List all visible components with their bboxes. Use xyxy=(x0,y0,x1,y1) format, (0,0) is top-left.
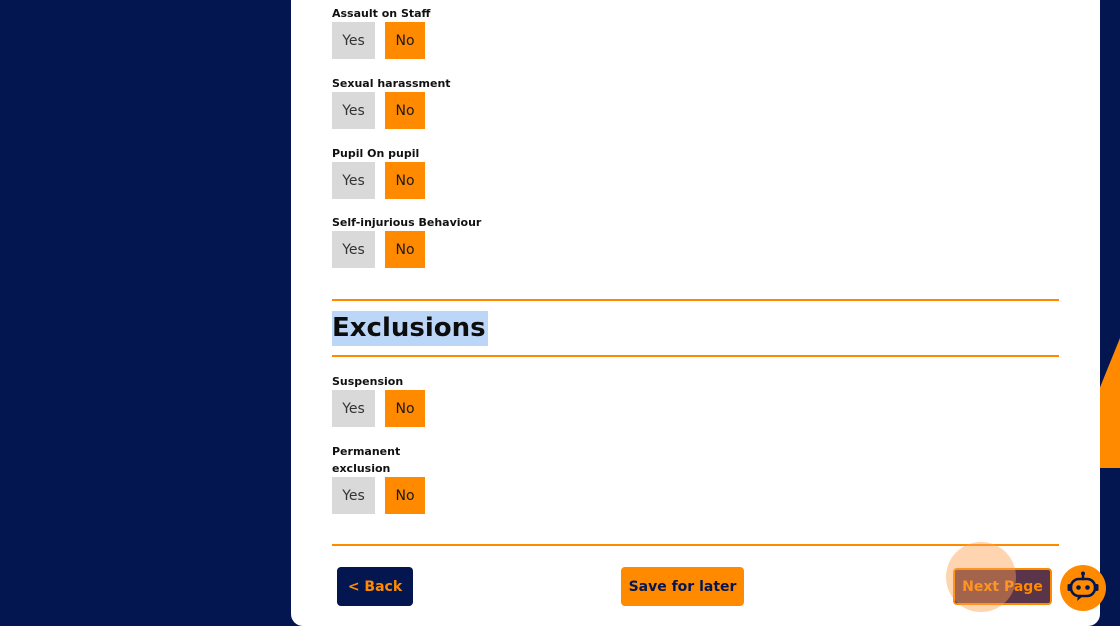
sexual-harassment-no-button[interactable]: No xyxy=(385,92,425,129)
permanent-exclusion-yes-button[interactable]: Yes xyxy=(332,477,375,514)
question-label-permanent-exclusion: Permanent exclusion xyxy=(332,443,400,477)
question-label-permanent-exclusion-line1: Permanent xyxy=(332,445,401,458)
suspension-toggle: Yes No xyxy=(332,390,425,427)
self-injurious-behaviour-toggle: Yes No xyxy=(332,231,425,268)
pupil-on-pupil-no-button[interactable]: No xyxy=(385,162,425,199)
save-for-later-button[interactable]: Save for later xyxy=(621,567,744,606)
self-injurious-behaviour-no-button[interactable]: No xyxy=(385,231,425,268)
section-divider-bottom xyxy=(332,355,1059,357)
next-page-button[interactable]: Next Page xyxy=(953,568,1052,605)
suspension-yes-button[interactable]: Yes xyxy=(332,390,375,427)
robot-assistant-icon xyxy=(1067,571,1099,601)
assault-on-staff-yes-button[interactable]: Yes xyxy=(332,22,375,59)
self-injurious-behaviour-yes-button[interactable]: Yes xyxy=(332,231,375,268)
question-label-pupil-on-pupil: Pupil On pupil xyxy=(332,147,420,160)
assault-on-staff-no-button[interactable]: No xyxy=(385,22,425,59)
question-label-permanent-exclusion-line2: exclusion xyxy=(332,462,391,475)
assault-on-staff-toggle: Yes No xyxy=(332,22,425,59)
footer-divider xyxy=(332,544,1059,546)
pupil-on-pupil-toggle: Yes No xyxy=(332,162,425,199)
permanent-exclusion-no-button[interactable]: No xyxy=(385,477,425,514)
chat-assistant-button[interactable] xyxy=(1060,565,1106,611)
suspension-no-button[interactable]: No xyxy=(385,390,425,427)
question-label-self-injurious-behaviour: Self-injurious Behaviour xyxy=(332,216,482,229)
permanent-exclusion-toggle: Yes No xyxy=(332,477,425,514)
section-divider-top xyxy=(332,299,1059,301)
question-label-suspension: Suspension xyxy=(332,375,404,388)
question-label-sexual-harassment: Sexual harassment xyxy=(332,77,451,90)
decorative-accent-shape xyxy=(1100,338,1120,468)
sexual-harassment-yes-button[interactable]: Yes xyxy=(332,92,375,129)
sexual-harassment-toggle: Yes No xyxy=(332,92,425,129)
back-button[interactable]: < Back xyxy=(337,567,413,606)
section-title-exclusions: Exclusions xyxy=(332,311,488,346)
question-label-assault-on-staff: Assault on Staff xyxy=(332,7,431,20)
pupil-on-pupil-yes-button[interactable]: Yes xyxy=(332,162,375,199)
